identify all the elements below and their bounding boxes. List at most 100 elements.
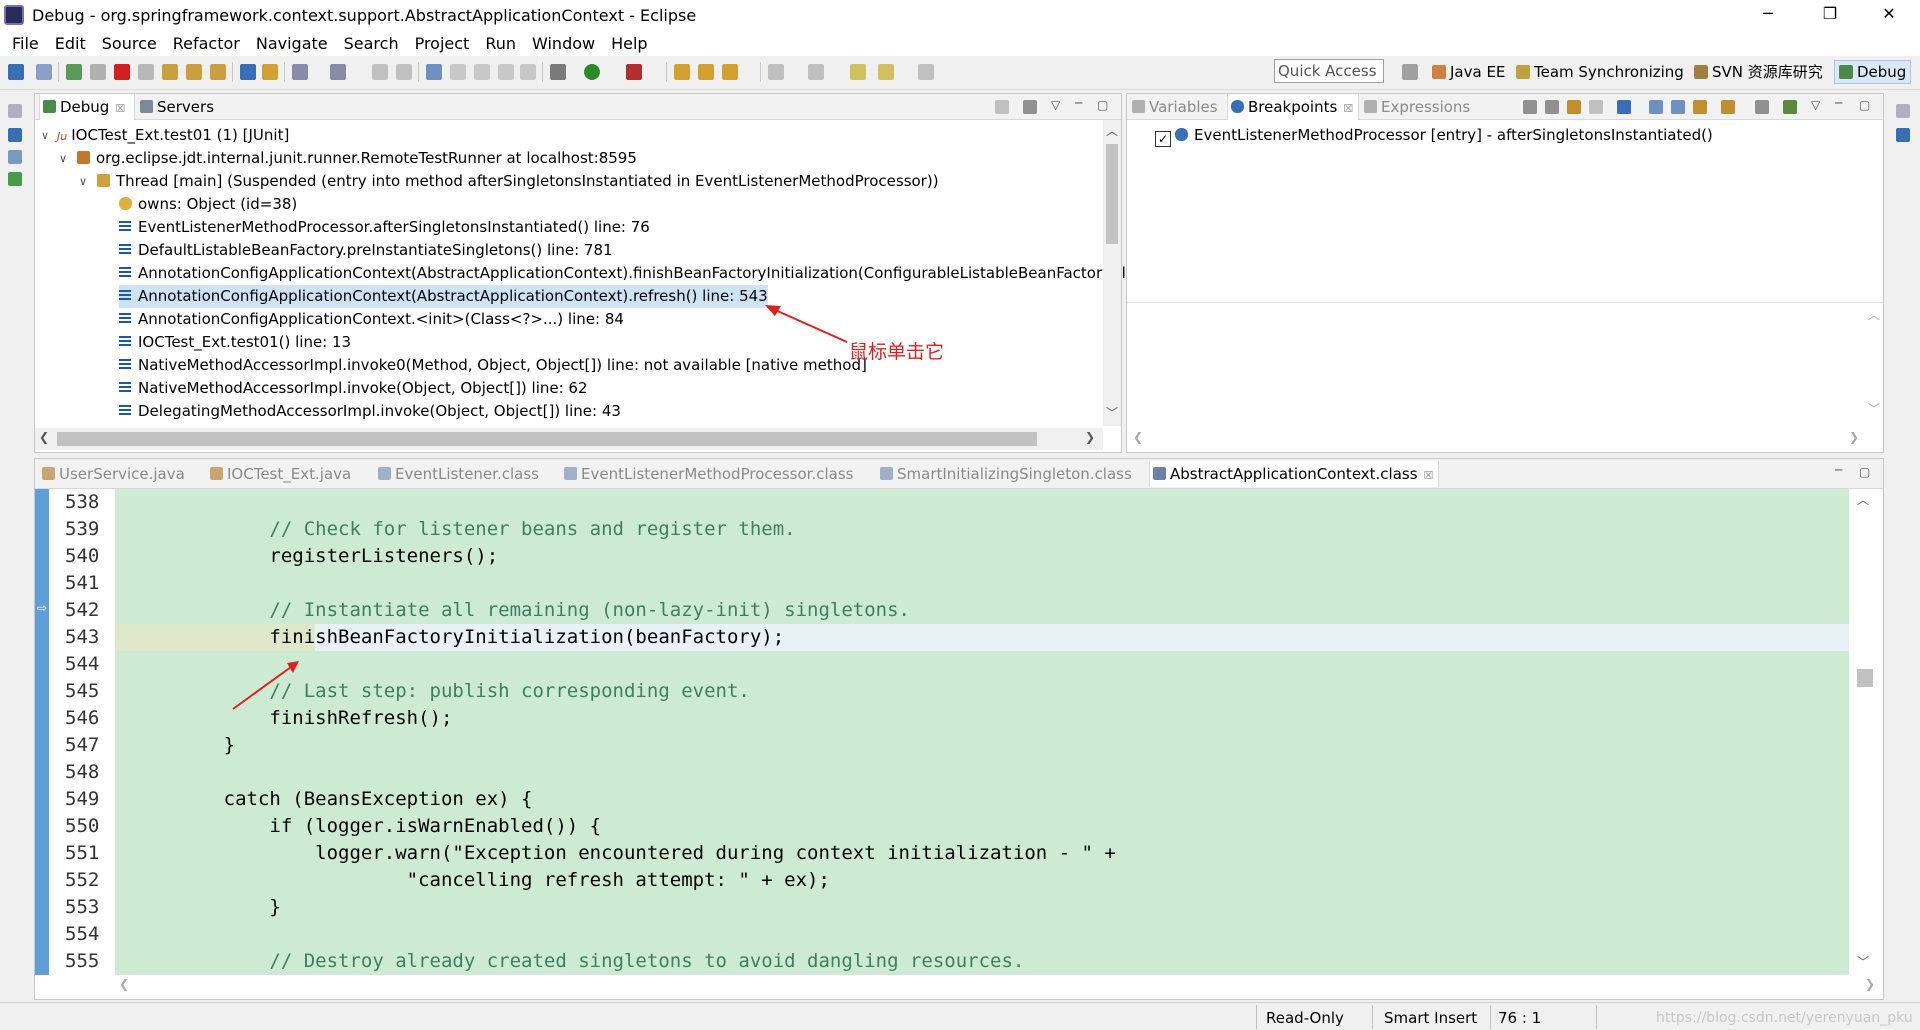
close-tab-icon[interactable]: ☒ — [1343, 102, 1353, 115]
tab-abstractapplicationcontext-class[interactable]: AbstractApplicationContext.class ☒ — [1149, 461, 1439, 487]
back-icon[interactable] — [878, 64, 894, 80]
open-type-icon[interactable] — [330, 64, 346, 80]
prev-annotation-icon[interactable] — [808, 64, 824, 80]
scroll-right-icon[interactable]: ❯ — [1849, 430, 1859, 444]
perspective-java-ee[interactable]: Java EE — [1432, 60, 1505, 84]
editor-hscrollbar[interactable]: ❮ ❯ — [115, 975, 1881, 997]
drop-to-frame-icon[interactable] — [240, 64, 256, 80]
tab-variables[interactable]: Variables — [1129, 94, 1225, 120]
last-edit-icon[interactable] — [850, 64, 866, 80]
resume-icon[interactable] — [66, 64, 82, 80]
scroll-left-icon[interactable]: ❮ — [119, 977, 129, 991]
open-perspective-icon[interactable] — [1402, 64, 1418, 80]
outline-icon[interactable] — [8, 150, 22, 164]
step-over-icon[interactable] — [186, 64, 202, 80]
format-icon[interactable] — [520, 64, 536, 80]
import-breakpoints-icon[interactable] — [1783, 100, 1797, 114]
minimize-view-icon[interactable]: ─ — [1835, 96, 1842, 110]
menu-run[interactable]: Run — [485, 34, 516, 53]
menu-navigate[interactable]: Navigate — [256, 34, 328, 53]
detail-vscrollbar[interactable]: ︿ ﹀ — [1865, 304, 1883, 424]
tab-eventlistenermethodprocessor-class[interactable]: EventListenerMethodProcessor.class — [561, 461, 853, 487]
perspective-team-sync[interactable]: Team Synchronizing — [1516, 60, 1684, 84]
restore-right-icon[interactable] — [1896, 104, 1910, 118]
collapse-all-icon[interactable] — [1671, 100, 1685, 114]
detail-hscrollbar[interactable]: ❮ ❯ — [1127, 428, 1883, 450]
debug-gear-icon[interactable] — [550, 64, 566, 80]
scroll-left-icon[interactable]: ❮ — [39, 430, 49, 444]
close-tab-icon[interactable]: ☒ — [1424, 469, 1434, 482]
minimize-editor-icon[interactable]: ─ — [1835, 463, 1842, 477]
menu-file[interactable]: File — [12, 34, 39, 53]
breakpoint-settings-icon[interactable] — [1755, 100, 1769, 114]
menu-project[interactable]: Project — [415, 34, 470, 53]
close-button[interactable]: ✕ — [1866, 0, 1912, 30]
next-annotation-icon[interactable] — [768, 64, 784, 80]
quick-access-field[interactable]: Quick Access — [1274, 59, 1384, 83]
use-step-filters-icon[interactable] — [262, 64, 278, 80]
remove-all-breakpoints-icon[interactable] — [1545, 100, 1559, 114]
scroll-up-icon[interactable]: ︿ — [1857, 491, 1869, 508]
breakpoint-checkbox[interactable]: ✓ — [1155, 131, 1171, 147]
add-exception-icon[interactable] — [1721, 100, 1735, 114]
debug-vscrollbar[interactable]: ︿ ﹀ — [1103, 120, 1121, 426]
maximize-view-icon[interactable]: ▢ — [1097, 98, 1108, 112]
scroll-up-icon[interactable]: ︿ — [1106, 122, 1118, 139]
menu-help[interactable]: Help — [611, 34, 647, 53]
show-selected-icon[interactable] — [498, 64, 514, 80]
pencil-icon[interactable] — [722, 64, 738, 80]
toggle-whitespace-icon[interactable] — [474, 64, 490, 80]
step-return-icon[interactable] — [210, 64, 226, 80]
minimize-view-icon[interactable]: ─ — [1075, 96, 1082, 110]
menu-source[interactable]: Source — [102, 34, 157, 53]
maximize-button[interactable]: ❐ — [1807, 0, 1853, 30]
skip-breakpoints-icon[interactable] — [36, 64, 52, 80]
tab-smartinitializingsingleton-class[interactable]: SmartInitializingSingleton.class — [877, 461, 1147, 487]
view-menu-chevron-icon[interactable]: ▽ — [1811, 98, 1820, 112]
step-into-icon[interactable] — [162, 64, 178, 80]
menu-edit[interactable]: Edit — [55, 34, 86, 53]
link-with-debug-icon[interactable] — [1693, 100, 1707, 114]
outline-right-icon[interactable] — [1896, 128, 1910, 142]
search-folder-icon[interactable] — [698, 64, 714, 80]
run-icon[interactable] — [584, 64, 600, 80]
toggle-mark-icon[interactable] — [426, 64, 442, 80]
project-icon[interactable] — [8, 172, 22, 186]
terminate-icon[interactable] — [114, 64, 130, 80]
tab-breakpoints[interactable]: Breakpoints ☒ — [1227, 94, 1359, 120]
breakpoint-item[interactable]: ✓ EventListenerMethodProcessor [entry] - … — [1155, 124, 1713, 147]
perspective-debug[interactable]: Debug — [1834, 60, 1912, 84]
open-folder-icon[interactable] — [674, 64, 690, 80]
go-to-file-icon[interactable] — [1589, 100, 1603, 114]
save-all-icon[interactable] — [396, 64, 412, 80]
perspective-svn[interactable]: SVN 资源库研究 — [1694, 60, 1823, 84]
maximize-editor-icon[interactable]: ▢ — [1859, 465, 1870, 479]
scroll-right-icon[interactable]: ❯ — [1865, 977, 1875, 991]
maximize-view-icon[interactable]: ▢ — [1859, 98, 1870, 112]
debug-hscrollbar[interactable]: ❮ ❯ — [35, 428, 1103, 450]
tab-expressions[interactable]: Expressions — [1361, 94, 1471, 120]
view-menu-chevron-icon[interactable]: ▽ — [1051, 98, 1060, 112]
menu-refactor[interactable]: Refactor — [173, 34, 240, 53]
vscroll-thumb[interactable] — [1106, 144, 1118, 244]
toggle-block-icon[interactable] — [450, 64, 466, 80]
expand-all-icon[interactable] — [1649, 100, 1663, 114]
scroll-left-icon[interactable]: ❮ — [1133, 430, 1143, 444]
new-icon[interactable] — [292, 64, 308, 80]
menu-window[interactable]: Window — [532, 34, 595, 53]
remove-breakpoint-icon[interactable] — [1523, 100, 1537, 114]
forward-icon[interactable] — [918, 64, 934, 80]
skip-all-icon[interactable] — [1617, 100, 1631, 114]
editor-vscroll-thumb[interactable] — [1857, 669, 1873, 687]
scroll-right-icon[interactable]: ❯ — [1085, 430, 1095, 444]
debug-launch-icon[interactable] — [8, 64, 24, 80]
editor-vscrollbar[interactable]: ︿ ﹀ — [1849, 489, 1881, 975]
minimize-button[interactable]: ─ — [1745, 0, 1791, 30]
external-tools-icon[interactable] — [626, 64, 642, 80]
scroll-down-icon[interactable]: ﹀ — [1857, 953, 1869, 970]
package-explorer-icon[interactable] — [8, 128, 22, 142]
scroll-down-icon[interactable]: ﹀ — [1106, 404, 1118, 421]
scroll-down-icon[interactable]: ﹀ — [1868, 400, 1880, 417]
show-supported-icon[interactable] — [1567, 100, 1581, 114]
menu-search[interactable]: Search — [344, 34, 399, 53]
